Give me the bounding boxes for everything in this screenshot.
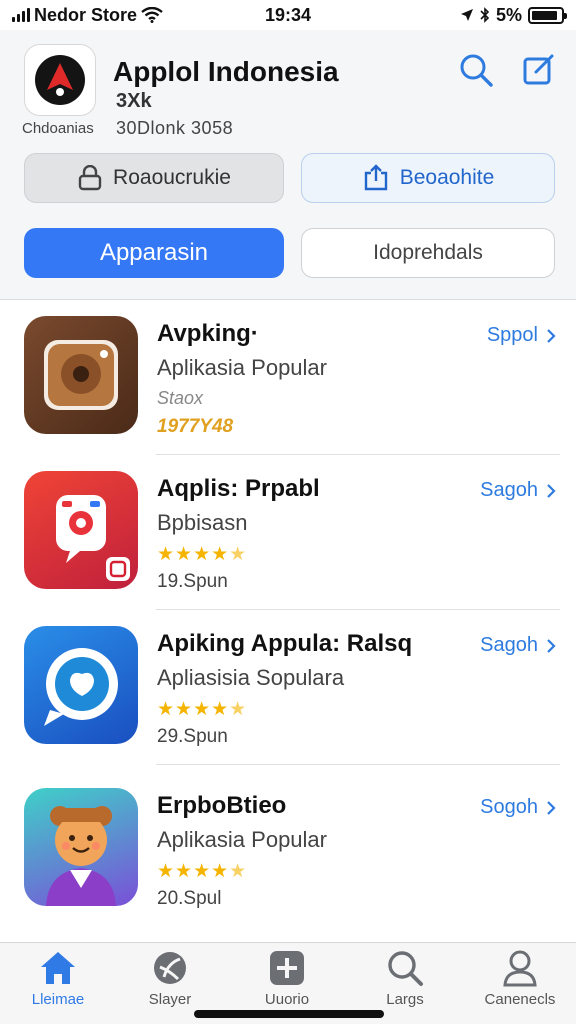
list-item[interactable]: ErpboBtieo Aplikasia Popular ★★★★★ 20.Sp…	[0, 772, 576, 927]
chevron-right-icon	[547, 328, 556, 343]
meta-label: Chdoanias	[22, 120, 94, 137]
share-icon	[364, 164, 387, 191]
tab-add[interactable]: Uuorio	[237, 949, 337, 1008]
battery-icon	[528, 6, 567, 24]
signal-icon	[12, 8, 30, 22]
app-category: Aplikasia Popular	[157, 355, 327, 380]
get-button-label: Sagoh	[480, 479, 538, 501]
search-button[interactable]	[456, 50, 496, 90]
row-divider	[156, 764, 560, 765]
app-category: Aplikasia Popular	[157, 827, 327, 852]
lock-button[interactable]: Roaoucrukie	[24, 153, 284, 203]
get-button[interactable]: Sogoh	[480, 796, 556, 819]
person-icon	[503, 950, 537, 987]
app-downloads: 19.Spun	[157, 571, 228, 592]
tab-search[interactable]: Largs	[355, 949, 455, 1008]
app-downloads: 29.Spun	[157, 726, 228, 747]
get-button[interactable]: Sagoh	[480, 479, 556, 502]
location-arrow-icon	[460, 9, 473, 21]
share-button[interactable]: Beoaohite	[301, 153, 555, 203]
chevron-right-icon	[547, 638, 556, 653]
lock-icon	[78, 165, 102, 191]
page-title: Applol Indonesia	[113, 56, 339, 87]
app-name: Avpking·	[157, 320, 259, 347]
star-rating: ★★★★★	[157, 544, 248, 565]
search-icon	[388, 951, 423, 986]
instagram-style-icon	[24, 471, 138, 589]
home-indicator[interactable]	[194, 1010, 384, 1018]
compose-button[interactable]	[519, 50, 559, 90]
status-left: Nedor Store	[12, 5, 163, 26]
bluetooth-icon	[480, 7, 490, 23]
battery-percent: 5%	[495, 4, 522, 25]
tab-home[interactable]: Lleimae	[8, 949, 108, 1008]
tab-account-label: Canenecls	[484, 991, 556, 1008]
chevron-right-icon	[547, 483, 556, 498]
app-name: Aqplis: Prpabl	[157, 475, 320, 502]
camera-app-icon	[24, 316, 138, 434]
get-button-label: Sogoh	[480, 796, 538, 818]
search-icon	[460, 54, 493, 87]
tab-player-label: Slayer	[148, 991, 192, 1008]
status-bar: Nedor Store 19:34 5%	[0, 0, 576, 30]
compose-icon	[523, 54, 554, 85]
app-category: Bpbisasn	[157, 510, 248, 535]
plus-icon	[270, 951, 304, 985]
bear-avatar-icon	[24, 788, 138, 906]
list-item[interactable]: Avpking· Aplikasia Popular Staox 1977Y48…	[0, 300, 576, 455]
get-button-label: Sppol	[486, 324, 538, 346]
list-item[interactable]: Aqplis: Prpabl Bpbisasn ★★★★★ 19.Spun Sa…	[0, 455, 576, 610]
store-logo-icon	[24, 44, 96, 116]
share-button-label: Beoaohite	[399, 166, 495, 189]
status-right: 5%	[460, 4, 567, 26]
tab-apps[interactable]: Apparasin	[24, 228, 284, 278]
app-rating-text: Staox	[157, 388, 204, 408]
chat-bubble-icon	[24, 626, 138, 744]
tab-home-label: Lleimae	[31, 991, 85, 1008]
app-downloads: 1977Y48	[157, 416, 234, 437]
get-button[interactable]: Sppol	[487, 324, 556, 347]
carrier-label: Nedor Store	[34, 4, 138, 25]
tab-search-label: Largs	[386, 991, 424, 1008]
wifi-icon	[141, 7, 163, 23]
get-button[interactable]: Sagoh	[480, 634, 556, 657]
home-icon	[41, 952, 75, 984]
tab-add-label: Uuorio	[264, 991, 310, 1008]
get-button-label: Sagoh	[480, 634, 538, 656]
app-downloads: 20.Spul	[157, 888, 222, 909]
meta-value: 30Dlonk 3058	[116, 118, 234, 138]
list-item[interactable]: Apiking Appula: Ralsq Apliasisia Sopular…	[0, 610, 576, 765]
app-name: Apiking Appula: Ralsq	[157, 630, 413, 657]
app-category: Apliasisia Sopulara	[157, 665, 345, 690]
player-icon	[154, 952, 186, 984]
star-rating: ★★★★★	[157, 861, 248, 882]
tab-indonesia-label: Idoprehdals	[373, 241, 483, 264]
star-rating: ★★★★★	[157, 699, 248, 720]
app-header: Applol Indonesia 3Xk Chdoanias 30Dlonk 3…	[0, 30, 576, 300]
page-subtitle: 3Xk	[116, 90, 152, 112]
tab-apps-label: Apparasin	[99, 239, 209, 266]
tab-player[interactable]: Slayer	[120, 949, 220, 1008]
app-name: ErpboBtieo	[157, 792, 287, 819]
chevron-right-icon	[547, 800, 556, 815]
lock-button-label: Roaoucrukie	[113, 166, 231, 189]
tab-indonesia[interactable]: Idoprehdals	[301, 228, 555, 278]
tab-account[interactable]: Canenecls	[470, 949, 570, 1008]
